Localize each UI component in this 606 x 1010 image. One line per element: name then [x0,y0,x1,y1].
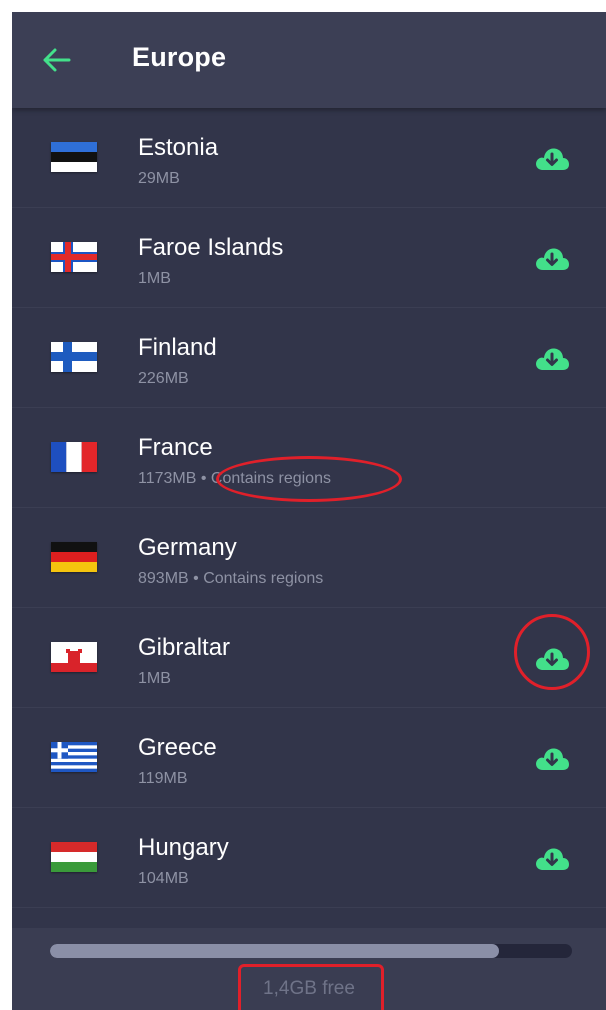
country-size: 226MB [138,370,189,387]
download-cloud-icon[interactable] [534,644,570,672]
country-row-france[interactable]: France 1173MB • Contains regions [12,408,606,508]
country-size: 29MB [138,170,180,187]
country-size: 893MB [138,570,189,587]
country-size: 104MB [138,870,189,887]
country-size: 1173MB [138,470,197,487]
country-meta: 226MB [138,370,189,388]
finland-flag-icon [51,342,97,372]
storage-progress-bar [50,944,572,958]
country-row-estonia[interactable]: Estonia 29MB [12,108,606,208]
country-name: Germany [138,534,237,561]
estonia-flag-icon [51,142,97,172]
country-row-faroe-islands[interactable]: Faroe Islands 1MB [12,208,606,308]
country-meta: 29MB [138,170,180,188]
download-cloud-icon[interactable] [534,244,570,272]
country-row-finland[interactable]: Finland 226MB [12,308,606,408]
country-name: Greece [138,734,217,761]
greece-flag-icon [51,742,97,772]
gibraltar-flag-icon [51,642,97,672]
country-name: Gibraltar [138,634,231,661]
country-row-gibraltar[interactable]: Gibraltar 1MB [12,608,606,708]
faroe-islands-flag-icon [51,242,97,272]
germany-flag-icon [51,542,97,572]
country-name: France [138,434,213,461]
country-meta: 1173MB • Contains regions [138,470,331,488]
page-title: Europe [132,42,227,72]
country-list: Estonia 29MB Faroe Islands 1MB Finland 226MB F… [12,108,606,908]
country-meta: 104MB [138,870,189,888]
download-cloud-icon[interactable] [534,744,570,772]
contains-regions-label: • Contains regions [196,470,331,487]
app-window: Europe Estonia 29MB Faroe Islands 1MB Finlan… [12,12,606,1010]
country-name: Finland [138,334,217,361]
country-row-hungary[interactable]: Hungary 104MB [12,808,606,908]
contains-regions-label: • Contains regions [188,570,324,587]
france-flag-icon [51,442,97,472]
country-size: 1MB [138,270,171,287]
storage-free-label: 1,4GB free [263,978,355,999]
app-header: Europe [12,12,606,108]
download-cloud-icon[interactable] [534,344,570,372]
country-name: Estonia [138,134,219,161]
back-button[interactable] [36,40,76,80]
country-name: Hungary [138,834,229,861]
country-row-greece[interactable]: Greece 119MB [12,708,606,808]
country-meta: 1MB [138,270,171,288]
country-name: Faroe Islands [138,234,284,261]
storage-progress-fill [50,944,499,958]
country-meta: 893MB • Contains regions [138,570,323,588]
download-cloud-icon[interactable] [534,144,570,172]
country-meta: 1MB [138,670,171,688]
storage-footer: 1,4GB free [12,928,606,1010]
arrow-left-icon [43,48,71,72]
country-size: 119MB [138,770,188,787]
country-row-germany[interactable]: Germany 893MB • Contains regions [12,508,606,608]
download-cloud-icon[interactable] [534,844,570,872]
hungary-flag-icon [51,842,97,872]
country-size: 1MB [138,670,171,687]
country-meta: 119MB [138,770,188,788]
